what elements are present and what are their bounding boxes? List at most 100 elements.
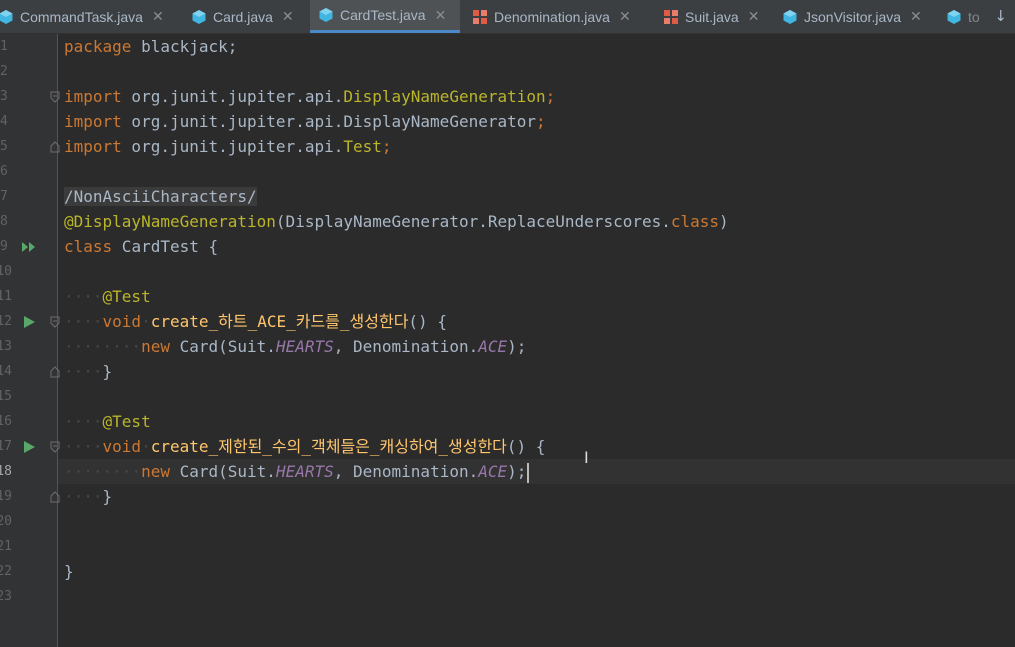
line-number: 23 [0, 589, 12, 604]
java-class-icon [947, 9, 961, 24]
static-field: HEARTS [275, 337, 334, 356]
highlighted-text: /NonAsciiCharacters/ [64, 187, 257, 206]
mouse-ibeam-cursor-icon: I [584, 448, 589, 467]
close-icon[interactable]: ✕ [619, 8, 631, 25]
code-line: ····@Test [64, 287, 151, 306]
tab-label: Denomination.java [494, 8, 610, 25]
code-text: ); [507, 462, 527, 481]
code-line: import org.junit.jupiter.api.Test; [58, 134, 1015, 159]
annotation: @DisplayNameGeneration [64, 212, 276, 231]
semicolon: ; [381, 137, 392, 156]
code-line: import org.junit.jupiter.api.DisplayName… [58, 109, 1015, 134]
line-number: 21 [0, 539, 12, 554]
tab-overflow-arrow-icon[interactable]: ↓ [994, 7, 1007, 25]
code-text: , Denomination. [333, 337, 479, 356]
code-line: import org.junit.jupiter.api.DisplayName… [58, 84, 1015, 109]
editor-tab-bar: CommandTask.java ✕ Card.java ✕ CardTest.… [0, 0, 1015, 34]
line-number-current: 18 [0, 464, 12, 479]
code-line: ····void·create_제한된_수의_객체들은_캐싱하여_생성한다() … [64, 437, 546, 456]
line-number: 4 [0, 114, 8, 129]
closing-brace: } [64, 562, 74, 581]
code-editor: 1 2 3 4 5 6 7 8 9 10 11 12 13 14 15 16 1… [0, 34, 1015, 647]
close-icon[interactable]: ✕ [910, 8, 922, 25]
closing-brace: } [102, 362, 113, 381]
tab-overflow-partial[interactable]: to [946, 0, 980, 33]
line-number: 22 [0, 564, 12, 579]
tab-label: JsonVisitor.java [804, 8, 902, 25]
class-name: CardTest { [112, 237, 219, 256]
tab-suit[interactable]: Suit.java ✕ [663, 0, 759, 33]
java-class-icon [783, 9, 797, 24]
keyword: class [670, 212, 720, 231]
line-number: 14 [0, 364, 12, 379]
line-number: 3 [0, 89, 8, 104]
static-field: ACE [478, 337, 508, 356]
code-text: , Denomination. [333, 462, 479, 481]
java-class-icon [0, 9, 13, 24]
line-number: 2 [0, 64, 8, 79]
static-field: HEARTS [275, 462, 334, 481]
close-icon[interactable]: ✕ [748, 8, 760, 25]
code-line-current: ········new Card(Suit.HEARTS, Denominati… [58, 459, 1015, 484]
code-line: @DisplayNameGeneration(DisplayNameGenera… [58, 209, 1015, 234]
close-icon[interactable]: ✕ [152, 8, 164, 25]
code-text: ); [507, 337, 527, 356]
run-all-tests-icon[interactable] [20, 234, 38, 259]
line-number: 20 [0, 514, 12, 529]
keyword: import [64, 112, 122, 131]
line-number: 8 [0, 214, 8, 229]
java-enum-icon [664, 9, 678, 24]
import-class: Test [343, 137, 382, 156]
method-name: create_하트_ACE_카드를_생성한다 [150, 312, 409, 331]
close-icon[interactable]: ✕ [435, 7, 447, 24]
tab-commandtask[interactable]: CommandTask.java ✕ [0, 0, 164, 33]
code-line: ········new Card(Suit.HEARTS, Denominati… [64, 337, 527, 356]
code-area[interactable]: package blackjack; import org.junit.jupi… [58, 34, 1015, 647]
line-number: 1 [0, 39, 8, 54]
tab-denomination[interactable]: Denomination.java ✕ [472, 0, 631, 33]
java-class-icon [319, 8, 333, 22]
tab-card[interactable]: Card.java ✕ [191, 0, 294, 33]
tab-label: to [968, 8, 980, 25]
line-number: 5 [0, 139, 8, 154]
annotation: @Test [102, 287, 151, 306]
method-name: create_제한된_수의_객체들은_캐싱하여_생성한다 [150, 437, 507, 456]
semicolon: ; [545, 87, 556, 106]
line-number: 12 [0, 314, 12, 329]
code-line: class CardTest { [58, 234, 1015, 259]
code-text: Card(Suit. [169, 462, 276, 481]
package-name: blackjack; [131, 37, 238, 56]
import-path: org.junit.jupiter.api. [121, 137, 344, 156]
line-number: 16 [0, 414, 12, 429]
java-class-icon [192, 9, 206, 24]
tab-cardtest[interactable]: CardTest.java ✕ [310, 0, 460, 33]
keyword: new [141, 462, 170, 481]
tab-label: CardTest.java [340, 7, 426, 23]
code-line: package blackjack; [58, 34, 1015, 59]
line-number: 6 [0, 164, 8, 179]
method-params: () { [506, 437, 546, 456]
java-enum-icon [473, 9, 487, 24]
keyword: new [141, 337, 170, 356]
line-number: 10 [0, 264, 12, 279]
line-number: 19 [0, 489, 12, 504]
keyword: void [102, 437, 142, 456]
tab-jsonvisitor[interactable]: JsonVisitor.java ✕ [782, 0, 922, 33]
tab-label: CommandTask.java [20, 8, 143, 25]
method-params: () { [408, 312, 447, 331]
line-number: 7 [0, 189, 8, 204]
code-line: ····void·create_하트_ACE_카드를_생성한다() { [64, 312, 447, 331]
run-test-icon[interactable] [20, 434, 38, 459]
tab-label: Card.java [213, 8, 273, 25]
import-path: org.junit.jupiter.api. [121, 87, 344, 106]
annotation-args: (DisplayNameGenerator.ReplaceUnderscores… [275, 212, 671, 231]
close-icon[interactable]: ✕ [282, 8, 294, 25]
keyword: import [64, 87, 122, 106]
run-test-icon[interactable] [20, 309, 38, 334]
semicolon: ; [536, 112, 546, 131]
line-number: 9 [0, 239, 8, 254]
keyword: void [102, 312, 142, 331]
code-text: Card(Suit. [169, 337, 276, 356]
keyword: class [64, 237, 113, 256]
line-number: 17 [0, 439, 12, 454]
